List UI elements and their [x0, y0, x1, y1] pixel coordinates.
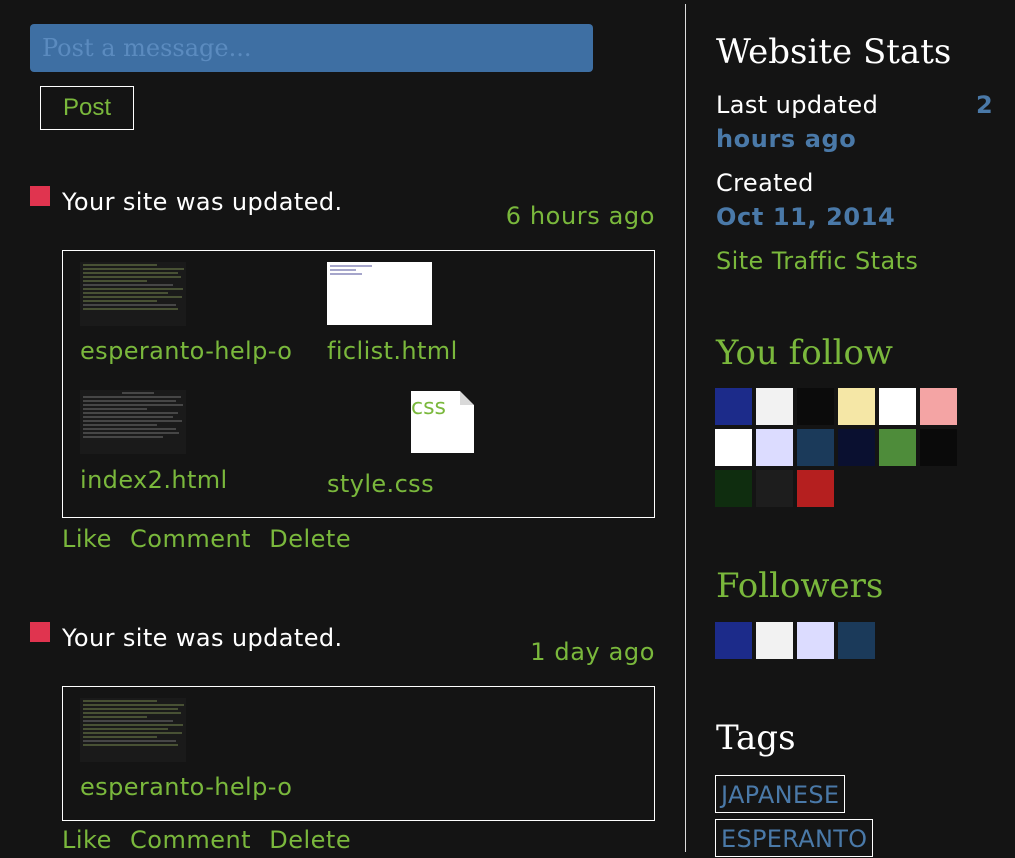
last-updated-label: Last updated	[716, 91, 879, 119]
followed-site-thumbnail[interactable]	[879, 429, 916, 466]
files-box: esperanto-help-o ficlist.html index2.htm…	[62, 250, 655, 518]
last-updated-number: 2	[976, 91, 994, 119]
followed-site-thumbnail[interactable]	[715, 429, 752, 466]
follower-site-thumbnail[interactable]	[756, 622, 793, 659]
followed-site-thumbnail[interactable]	[756, 429, 793, 466]
file-name[interactable]: index2.html	[80, 466, 228, 494]
created-value: Oct 11, 2014	[716, 203, 896, 231]
file-thumbnail[interactable]	[80, 390, 186, 454]
sidebar: Website Stats Last updated 2 hours ago C…	[686, 0, 1015, 857]
comment-button[interactable]: Comment	[130, 525, 251, 553]
website-stats-heading: Website Stats	[716, 32, 952, 72]
event-time[interactable]: 6 hours ago	[506, 202, 655, 230]
follower-site-thumbnail[interactable]	[715, 622, 752, 659]
css-file-icon[interactable]: css	[411, 391, 474, 453]
site-traffic-stats-link[interactable]: Site Traffic Stats	[716, 247, 918, 275]
followed-site-thumbnail[interactable]	[838, 429, 875, 466]
followed-site-thumbnail[interactable]	[838, 388, 875, 425]
file-thumbnail[interactable]	[80, 262, 186, 326]
event-actions: Like Comment Delete	[62, 826, 361, 854]
tag-japanese[interactable]: JAPANESE	[715, 775, 846, 813]
tag-esperanto[interactable]: ESPERANTO	[715, 819, 874, 857]
followers-heading: Followers	[716, 566, 884, 606]
comment-button[interactable]: Comment	[130, 826, 251, 854]
event-text: Your site was updated.	[62, 624, 343, 652]
followed-site-thumbnail[interactable]	[756, 470, 793, 507]
tags-heading: Tags	[716, 718, 796, 758]
file-name[interactable]: style.css	[327, 470, 434, 498]
file-thumbnail[interactable]	[327, 262, 432, 325]
followed-site-thumbnail[interactable]	[797, 429, 834, 466]
follower-site-thumbnail[interactable]	[838, 622, 875, 659]
event-text: Your site was updated.	[62, 188, 343, 216]
followed-site-thumbnail[interactable]	[920, 388, 957, 425]
event-time[interactable]: 1 day ago	[530, 638, 655, 666]
followed-site-thumbnail[interactable]	[879, 388, 916, 425]
followed-site-thumbnail[interactable]	[715, 388, 752, 425]
event-actions: Like Comment Delete	[62, 525, 361, 553]
event-marker-icon	[30, 186, 50, 206]
post-message-input[interactable]	[30, 24, 593, 72]
followed-site-thumbnail[interactable]	[797, 388, 834, 425]
event-marker-icon	[30, 622, 50, 642]
delete-button[interactable]: Delete	[269, 525, 351, 553]
activity-feed: Post Your site was updated. 6 hours ago …	[0, 0, 685, 854]
files-box: esperanto-help-o	[62, 686, 655, 821]
created-label: Created	[716, 169, 814, 197]
followed-site-thumbnail[interactable]	[756, 388, 793, 425]
followed-site-thumbnail[interactable]	[797, 470, 834, 507]
file-name[interactable]: ficlist.html	[327, 337, 458, 365]
file-name[interactable]: esperanto-help-o	[80, 337, 292, 365]
like-button[interactable]: Like	[62, 525, 112, 553]
post-button[interactable]: Post	[40, 86, 134, 130]
followed-site-thumbnail[interactable]	[920, 429, 957, 466]
css-icon-label: css	[411, 395, 447, 420]
file-name[interactable]: esperanto-help-o	[80, 773, 292, 801]
last-updated-value: hours ago	[716, 125, 857, 153]
delete-button[interactable]: Delete	[269, 826, 351, 854]
like-button[interactable]: Like	[62, 826, 112, 854]
you-follow-heading: You follow	[716, 333, 894, 373]
follower-site-thumbnail[interactable]	[797, 622, 834, 659]
followed-site-thumbnail[interactable]	[715, 470, 752, 507]
file-thumbnail[interactable]	[80, 698, 186, 762]
